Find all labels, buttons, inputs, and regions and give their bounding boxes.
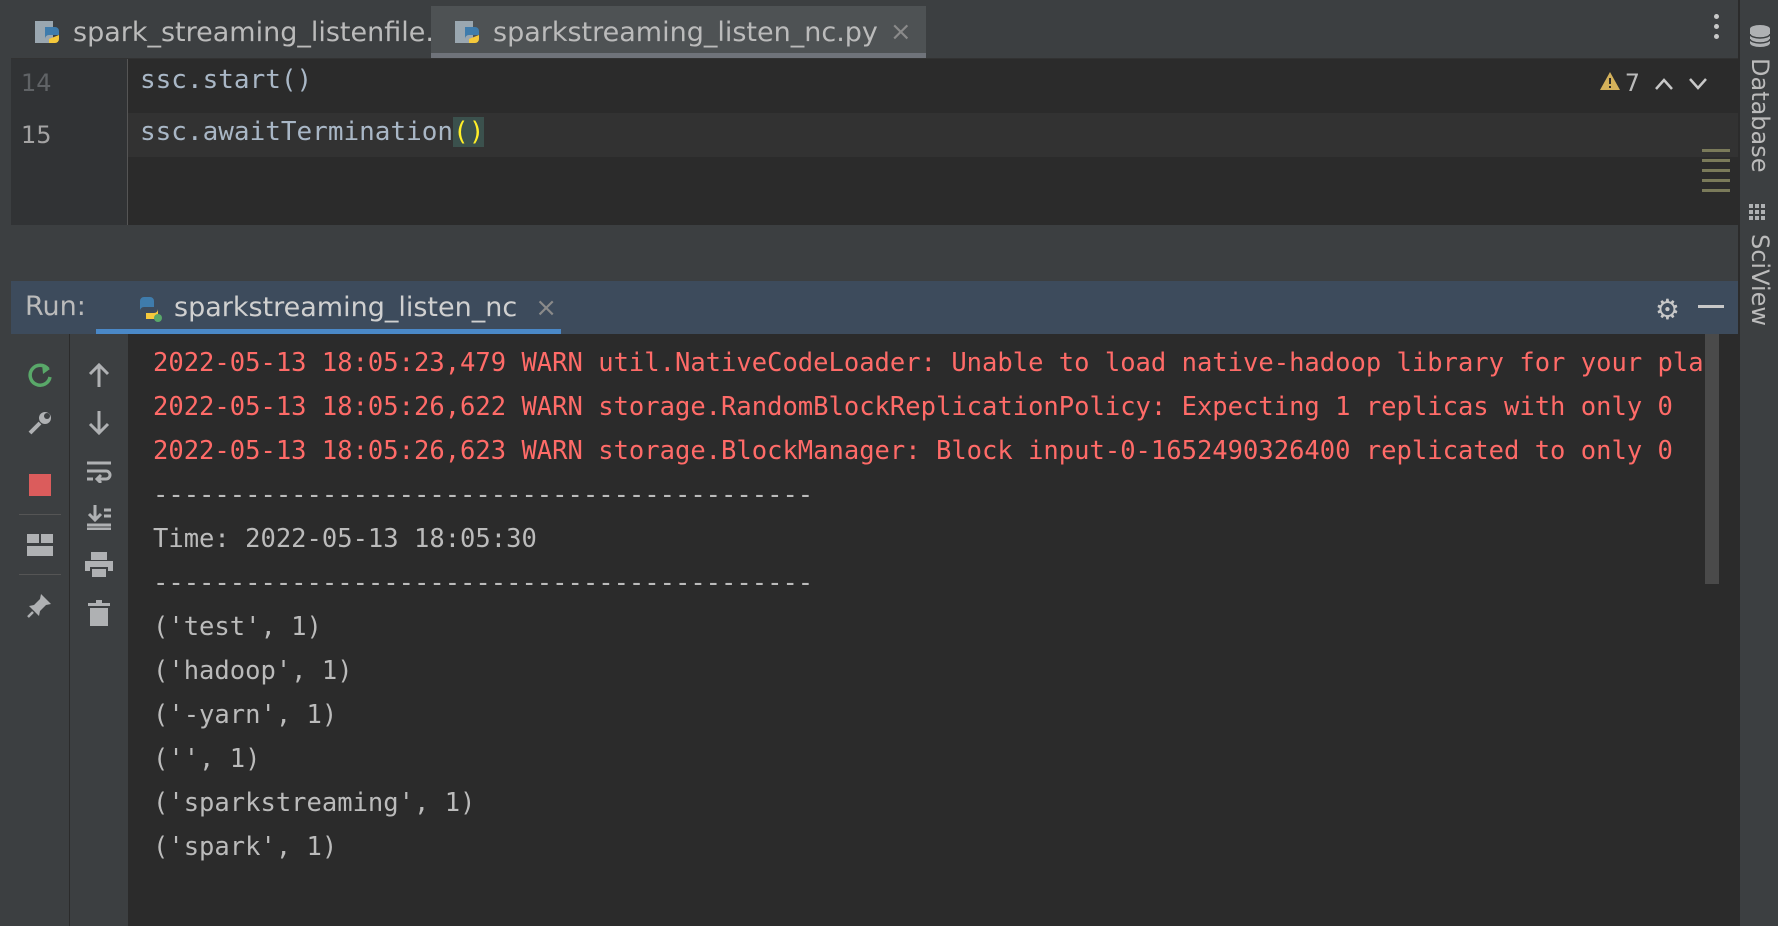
run-primary-toolbar bbox=[11, 334, 70, 926]
run-console-output[interactable]: 2022-05-13 18:05:23,479 WARN util.Native… bbox=[129, 334, 1719, 926]
console-output-line: Time: 2022-05-13 18:05:30 bbox=[153, 524, 537, 554]
code-text: ssc.awaitTermination bbox=[140, 117, 454, 147]
rerun-icon[interactable] bbox=[25, 360, 55, 390]
panel-splitter[interactable] bbox=[11, 225, 1738, 281]
chevron-up-icon[interactable] bbox=[1654, 69, 1674, 97]
code-line: ssc.start() bbox=[140, 65, 313, 95]
right-tool-strip: Database SciView bbox=[1739, 0, 1778, 926]
tab-label: spark_streaming_listenfile.py bbox=[73, 16, 468, 48]
code-line: ssc.awaitTermination() bbox=[140, 117, 485, 147]
console-output-line: ('hadoop', 1) bbox=[153, 656, 353, 686]
run-configuration-tab[interactable]: sparkstreaming_listen_nc × bbox=[96, 281, 557, 334]
console-output-line: ('test', 1) bbox=[153, 612, 322, 642]
arrow-down-icon[interactable] bbox=[84, 408, 114, 438]
console-scrollbar[interactable] bbox=[1705, 334, 1719, 584]
scroll-to-end-icon[interactable] bbox=[84, 502, 114, 532]
editor-scroll-markers bbox=[1702, 149, 1730, 199]
close-icon[interactable]: × bbox=[535, 293, 557, 323]
matched-parentheses: () bbox=[453, 117, 485, 147]
more-tabs-icon[interactable] bbox=[1714, 14, 1720, 44]
warnings-count: 7 bbox=[1624, 69, 1640, 97]
line-number-gutter: 14 15 bbox=[11, 59, 128, 225]
console-output-line: ('spark', 1) bbox=[153, 832, 338, 862]
sciview-tool-tab[interactable]: SciView bbox=[1746, 234, 1774, 326]
sciview-icon bbox=[1749, 204, 1771, 228]
print-icon[interactable] bbox=[84, 550, 114, 580]
run-label: Run: bbox=[25, 291, 86, 322]
console-output-line: ('', 1) bbox=[153, 744, 261, 774]
run-config-name: sparkstreaming_listen_nc bbox=[174, 292, 518, 323]
layout-icon[interactable] bbox=[25, 530, 55, 560]
run-secondary-toolbar bbox=[70, 334, 129, 926]
close-icon[interactable]: × bbox=[890, 17, 912, 47]
console-output-line: ----------------------------------------… bbox=[153, 480, 814, 510]
pin-icon[interactable] bbox=[25, 590, 55, 620]
database-tool-tab[interactable]: Database bbox=[1746, 58, 1774, 173]
python-file-icon bbox=[453, 17, 483, 47]
minimize-icon[interactable] bbox=[1698, 305, 1724, 308]
python-run-icon bbox=[134, 293, 164, 323]
python-file-icon bbox=[33, 17, 63, 47]
line-number: 14 bbox=[21, 69, 52, 97]
wrench-icon[interactable] bbox=[25, 408, 55, 438]
stop-icon[interactable] bbox=[25, 470, 55, 500]
warning-icon bbox=[1599, 69, 1621, 97]
console-output-line: ----------------------------------------… bbox=[153, 568, 814, 598]
inspection-widget[interactable]: 7 bbox=[1599, 69, 1708, 97]
console-error-line: 2022-05-13 18:05:26,623 WARN storage.Blo… bbox=[153, 436, 1673, 466]
line-number: 15 bbox=[21, 121, 52, 149]
active-tab-indicator bbox=[431, 53, 926, 58]
console-error-line: 2022-05-13 18:05:26,622 WARN storage.Ran… bbox=[153, 392, 1673, 422]
gear-icon[interactable]: ⚙ bbox=[1655, 293, 1680, 326]
chevron-down-icon[interactable] bbox=[1688, 69, 1708, 97]
editor-tab-bar: spark_streaming_listenfile.py × sparkstr… bbox=[11, 0, 1738, 59]
arrow-up-icon[interactable] bbox=[84, 360, 114, 390]
code-editor[interactable]: 14 15 ssc.start() ssc.awaitTermination()… bbox=[11, 59, 1738, 225]
console-error-line: 2022-05-13 18:05:23,479 WARN util.Native… bbox=[153, 348, 1719, 378]
console-output-line: ('-yarn', 1) bbox=[153, 700, 338, 730]
tab-sparkstreaming-listen-nc[interactable]: sparkstreaming_listen_nc.py × bbox=[431, 6, 926, 58]
console-output-line: ('sparkstreaming', 1) bbox=[153, 788, 476, 818]
tab-label: sparkstreaming_listen_nc.py bbox=[493, 16, 878, 48]
run-tool-window-header: Run: sparkstreaming_listen_nc × ⚙ bbox=[11, 281, 1738, 334]
trash-icon[interactable] bbox=[84, 598, 114, 628]
soft-wrap-icon[interactable] bbox=[84, 456, 114, 486]
database-icon bbox=[1748, 24, 1772, 52]
